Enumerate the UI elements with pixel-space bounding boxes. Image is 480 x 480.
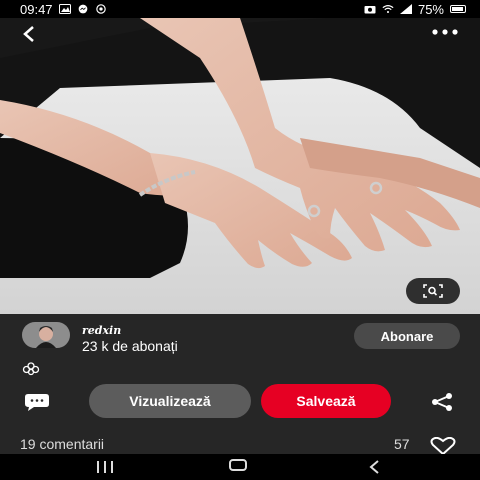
more-dots-icon	[432, 29, 458, 35]
comments-count[interactable]: 19 comentarii	[20, 436, 104, 452]
avatar[interactable]	[22, 322, 70, 348]
view-button[interactable]: Vizualizează	[89, 384, 251, 418]
nav-back-icon[interactable]	[368, 460, 380, 479]
likes-count: 57	[394, 436, 410, 452]
chevron-left-icon	[23, 26, 34, 42]
more-options-button[interactable]	[432, 22, 458, 40]
camera-icon	[364, 6, 376, 14]
comment-button[interactable]	[24, 393, 50, 416]
recent-apps-icon[interactable]	[96, 460, 114, 478]
status-right: 75%	[364, 2, 466, 17]
status-time: 09:47	[20, 1, 53, 17]
hands-photo	[0, 18, 480, 314]
messenger-icon	[78, 4, 87, 14]
avatar-image	[22, 322, 70, 348]
battery-percent: 75%	[417, 1, 444, 17]
visual-search-button[interactable]	[406, 278, 460, 304]
subscriber-count: 23 k de abonați	[82, 338, 178, 354]
signal-icon	[399, 4, 412, 14]
save-button[interactable]: Salvează	[261, 384, 391, 418]
wifi-icon	[382, 4, 394, 14]
creator-username[interactable]: redxin	[82, 324, 121, 337]
share-button[interactable]	[430, 392, 454, 417]
home-icon[interactable]	[229, 459, 247, 471]
image-icon	[58, 4, 71, 14]
battery-icon	[450, 5, 466, 13]
back-button[interactable]	[22, 22, 36, 48]
follow-button[interactable]: Abonare	[354, 323, 460, 349]
visual-search-icon	[423, 284, 443, 298]
comment-icon	[25, 394, 49, 411]
status-bar: 09:47 75%	[0, 0, 480, 18]
pin-image[interactable]	[0, 18, 480, 314]
share-icon	[432, 393, 452, 411]
status-left: 09:47	[20, 2, 107, 17]
flower-icon	[22, 362, 40, 381]
whatsapp-icon	[95, 4, 106, 14]
